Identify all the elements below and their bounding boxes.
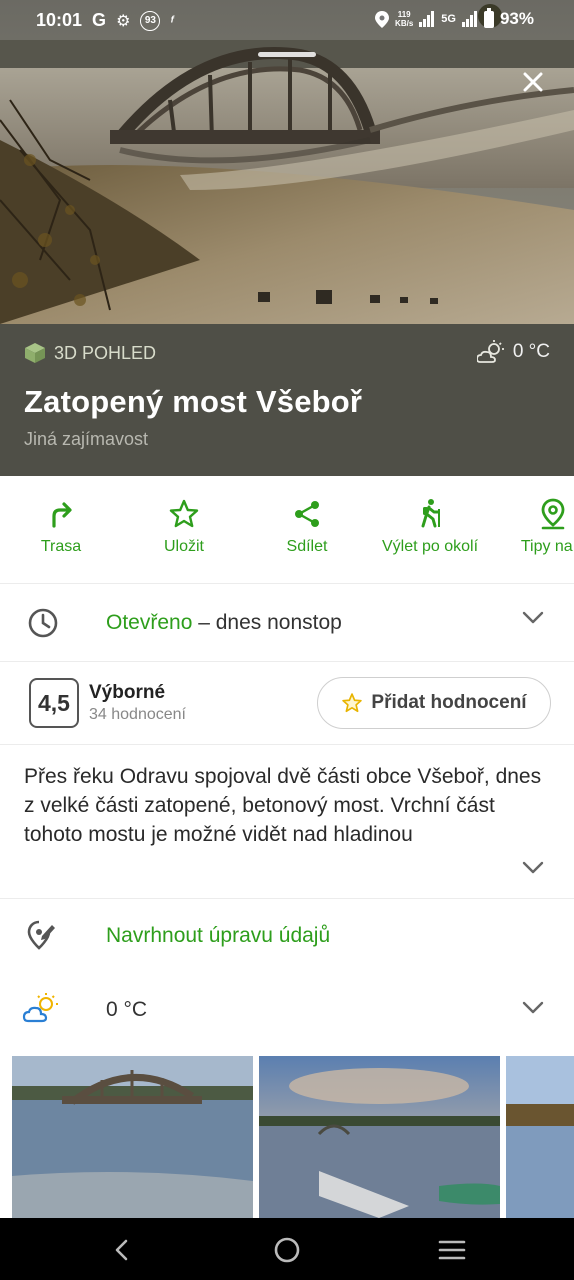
close-button[interactable] (514, 63, 552, 101)
3d-view-button[interactable]: 3D POHLED (24, 342, 156, 364)
open-status: Otevřeno (106, 611, 193, 634)
clock-icon (28, 608, 58, 638)
add-rating-button[interactable]: Přidat hodnocení (317, 677, 551, 729)
save-button[interactable]: Uložit (123, 498, 245, 556)
weather-row[interactable]: 0 °C (0, 973, 574, 1045)
place-category: Jiná zajímavost (24, 429, 149, 449)
battery-icon (483, 7, 494, 28)
open-detail: – dnes nonstop (192, 611, 342, 634)
home-circle-icon (274, 1237, 300, 1263)
menu-lines-icon (438, 1240, 466, 1260)
weather-temperature: 0 °C (512, 341, 550, 362)
photo-gallery (0, 1056, 574, 1218)
3d-view-label: 3D POHLED (54, 342, 157, 363)
star-outline-icon (342, 693, 363, 713)
rating-count[interactable]: 34 hodnocení (89, 706, 186, 724)
star-icon (169, 499, 199, 528)
action-bar: Trasa Uložit Sdílet Výlet po okolí Tipy … (0, 476, 574, 584)
nearby-trip-label: Výlet po okolí (381, 538, 479, 555)
opening-hours-text: Otevřeno – dnes nonstop (106, 611, 342, 635)
route-label: Trasa (40, 538, 82, 555)
share-label: Sdílet (286, 538, 328, 555)
status-time: 10:01 (36, 10, 83, 30)
expand-chevron-icon (522, 861, 544, 874)
tips-button[interactable]: Tipy na v (492, 498, 574, 556)
weather-temperature: 0 °C (106, 998, 148, 1021)
chevron-down-icon (522, 611, 544, 624)
share-icon (295, 501, 319, 527)
sheet-drag-handle[interactable] (258, 52, 316, 57)
hero-photo-flooded-bridge[interactable] (0, 0, 574, 324)
network-speed: 119 KB/s (395, 10, 414, 28)
rating-row: 4,5 Výborné 34 hodnocení Přidat hodnocen… (0, 662, 574, 745)
gallery-photo-3[interactable] (506, 1056, 574, 1218)
rating-score: 4,5 (29, 678, 79, 728)
edit-location-icon (27, 920, 55, 950)
tips-label: Tipy na v (520, 538, 574, 555)
add-rating-label: Přidat hodnocení (371, 692, 527, 713)
gallery-photo-1[interactable] (12, 1056, 253, 1218)
rating-word: Výborné (89, 682, 166, 703)
gallery-photo-2[interactable] (259, 1056, 500, 1218)
description-text: Přes řeku Odravu spojoval dvě části obce… (24, 765, 542, 846)
signal-icon (419, 11, 435, 27)
suggest-edit-label: Navrhnout úpravu údajů (106, 924, 331, 947)
settings-gear-icon: ⚙ (116, 12, 131, 30)
notification-count-icon: 93 (140, 10, 161, 31)
hiker-icon (421, 499, 440, 528)
partly-cloudy-icon (22, 993, 58, 1023)
network-type: 5G (441, 13, 456, 25)
status-bar: 10:01 G ⚙ 93 ᶠ 119 KB/s 5G 93% (0, 0, 574, 40)
google-icon: G (92, 10, 107, 30)
nearby-trip-button[interactable]: Výlet po okolí (369, 498, 491, 556)
app-notification-icon: ᶠ (170, 12, 174, 29)
back-chevron-icon (115, 1239, 128, 1261)
save-label: Uložit (163, 538, 204, 555)
map-pin-icon (541, 498, 565, 530)
place-title: Zatopený most Všeboř (24, 384, 363, 419)
partly-cloudy-icon (476, 340, 504, 363)
close-icon (523, 72, 543, 92)
chevron-down-icon (522, 1001, 544, 1014)
share-button[interactable]: Sdílet (246, 498, 368, 556)
weather-summary[interactable]: 0 °C (476, 340, 550, 364)
nav-home-button[interactable] (272, 1235, 302, 1265)
nav-recents-button[interactable] (437, 1235, 467, 1265)
location-icon (375, 10, 390, 28)
route-arrow-icon (52, 502, 72, 528)
suggest-edit-row[interactable]: Navrhnout úpravu údajů (0, 899, 574, 973)
hero-section: 10:01 G ⚙ 93 ᶠ 119KB/s 5G 93% 3D POHLED (0, 0, 574, 476)
cube-icon (25, 343, 45, 363)
description-row[interactable]: Přes řeku Odravu spojoval dvě části obce… (0, 745, 574, 899)
route-button[interactable]: Trasa (0, 498, 122, 556)
battery-level: 93% (499, 9, 534, 28)
nav-back-button[interactable] (106, 1235, 136, 1265)
opening-hours-row[interactable]: Otevřeno – dnes nonstop (0, 584, 574, 662)
system-navigation-bar (0, 1218, 574, 1280)
signal-icon-2 (461, 11, 477, 27)
